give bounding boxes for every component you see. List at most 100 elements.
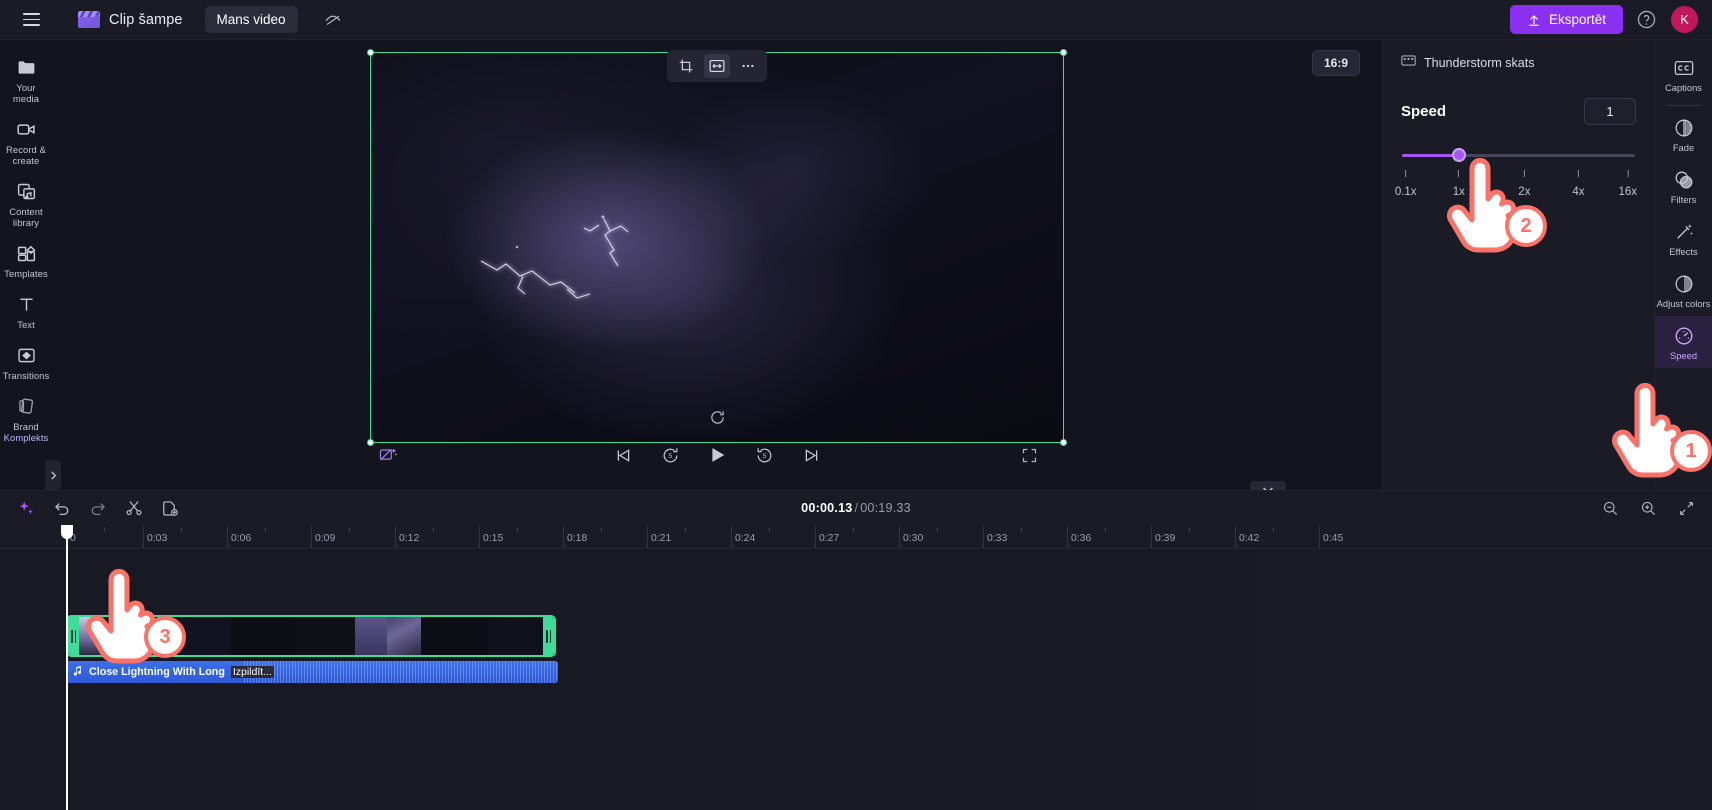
slider-thumb[interactable]: [1452, 148, 1467, 162]
rail-label: Captions: [1664, 82, 1702, 93]
resize-handle-tr[interactable]: [1060, 48, 1067, 56]
svg-text:5: 5: [762, 453, 766, 460]
speed-label: Speed: [1401, 103, 1447, 120]
brand[interactable]: Clip šampe: [77, 11, 183, 28]
upload-icon: [1529, 14, 1539, 26]
timeline: 00:00.13/00:19.33 0 0:03 0:06 0:09 0:12 …: [0, 490, 1712, 810]
timeline-ruler[interactable]: 0 0:03 0:06 0:09 0:12 0:15 0:18 0:21 0:2…: [0, 525, 1712, 549]
content-library-icon: [15, 180, 37, 202]
fit-timeline-icon: [1679, 501, 1693, 515]
sidebar-item-brand-kit[interactable]: Brand Komplekts: [0, 387, 52, 449]
sidebar-item-templates[interactable]: Templates: [0, 234, 52, 285]
speed-panel: Thunderstorm skats Speed 1 0.1x 1x 2x 4x…: [1382, 40, 1654, 490]
project-title-tab[interactable]: Mans video: [204, 6, 298, 33]
selected-clip-chip: Thunderstorm skats: [1401, 54, 1636, 72]
split-button[interactable]: [122, 496, 146, 520]
timeline-canvas[interactable]: 0 0:03 0:06 0:09 0:12 0:15 0:18 0:21 0:2…: [0, 525, 1712, 810]
undo-button[interactable]: [50, 496, 74, 520]
time-display: 00:00.13/00:19.33: [801, 501, 911, 515]
fade-icon: [1673, 117, 1694, 138]
clip-thumbnails: [68, 617, 554, 655]
redo-button[interactable]: [86, 496, 110, 520]
sidebar-label: Brand Komplekts: [3, 421, 49, 443]
rail-item-fade[interactable]: Fade: [1655, 108, 1712, 160]
preview-float-toolbar: [667, 50, 767, 82]
loop-button[interactable]: [706, 406, 728, 428]
video-preview[interactable]: [367, 48, 1067, 446]
top-bar: Clip šampe Mans video Eksportēt K: [0, 0, 1712, 40]
audio-clip-title: Close Lightning With Long: [89, 666, 225, 678]
watermark-remove-icon: [379, 448, 398, 461]
trim-handle-left[interactable]: [68, 617, 79, 655]
redo-arrow-icon: [91, 503, 105, 516]
sidebar-item-your-media[interactable]: Your media: [0, 48, 52, 110]
rail-item-captions[interactable]: Captions: [1655, 48, 1712, 100]
sidebar-item-content-library[interactable]: Content library: [0, 172, 52, 234]
avatar[interactable]: K: [1671, 6, 1698, 33]
film-strip-icon: [1401, 54, 1416, 72]
fit-resize-icon: [709, 59, 725, 73]
more-button[interactable]: [735, 54, 761, 78]
help-circle-icon[interactable]: [1636, 9, 1658, 31]
speed-slider[interactable]: [1402, 147, 1635, 163]
zoom-in-button[interactable]: [1636, 496, 1660, 520]
preview-area: 16:9 5 5: [52, 40, 1382, 498]
timeline-toolbar: 00:00.13/00:19.33: [0, 491, 1712, 525]
fit-button[interactable]: [704, 54, 730, 78]
sidebar-label: Transitions: [2, 370, 50, 381]
video-clip[interactable]: [66, 615, 556, 657]
skip-end-button[interactable]: [799, 443, 823, 467]
top-bar-right: Eksportēt K: [1509, 5, 1698, 34]
fullscreen-icon: [1022, 448, 1036, 462]
sidebar-item-record-create[interactable]: Record & create: [0, 110, 52, 172]
watermark-remove-button[interactable]: [374, 442, 402, 468]
rail-divider: [1666, 105, 1701, 106]
export-button[interactable]: Eksportēt: [1509, 5, 1623, 34]
hamburger-icon[interactable]: [14, 5, 48, 35]
crop-button[interactable]: [673, 54, 699, 78]
rewind-5-button[interactable]: 5: [658, 443, 682, 467]
trim-handle-right[interactable]: [543, 617, 554, 655]
rail-item-speed[interactable]: Speed: [1654, 316, 1712, 368]
sidebar-label: Content library: [9, 206, 43, 228]
forward-5-button[interactable]: 5: [752, 443, 776, 467]
zoom-out-button[interactable]: [1598, 496, 1622, 520]
clipchamp-logo-icon: [77, 11, 101, 28]
filters-icon: [1673, 169, 1694, 190]
rail-item-effects[interactable]: Effects: [1655, 212, 1712, 264]
player-controls: 5 5: [52, 434, 1382, 476]
crop-icon: [679, 59, 693, 73]
skip-start-button[interactable]: [611, 443, 635, 467]
rail-item-filters[interactable]: Filters: [1655, 160, 1712, 212]
play-button[interactable]: [705, 443, 729, 467]
sidebar-item-text[interactable]: Text: [0, 285, 52, 336]
sidebar-label: Record & create: [6, 144, 46, 166]
rail-item-adjust-colors[interactable]: Adjust colors: [1655, 264, 1712, 316]
sidebar-expander[interactable]: [45, 460, 61, 490]
audio-waveform: [244, 661, 558, 683]
fullscreen-button[interactable]: [1016, 442, 1042, 468]
left-sidebar: Your media Record & create Content libra…: [0, 40, 61, 490]
export-label: Eksportēt: [1548, 12, 1606, 27]
loop-icon: [710, 410, 724, 424]
folder-icon: [15, 56, 37, 78]
chevron-right-icon: [50, 470, 56, 480]
audio-clip[interactable]: Close Lightning With Long Izpildīt...: [66, 661, 558, 683]
playhead[interactable]: [61, 525, 73, 810]
clipchamp-editor: Clip šampe Mans video Eksportēt K Your m…: [0, 0, 1712, 810]
sparkle-icon: [19, 501, 33, 514]
speed-tick: 4x: [1572, 170, 1585, 200]
eye-off-icon[interactable]: [320, 7, 346, 33]
aspect-ratio-badge[interactable]: 16:9: [1311, 50, 1360, 76]
speed-value-input[interactable]: 1: [1584, 98, 1636, 125]
sidebar-item-transitions[interactable]: Transitions: [0, 336, 52, 387]
resize-handle-tl[interactable]: [367, 48, 374, 56]
ai-magic-button[interactable]: [14, 496, 38, 520]
duplicate-button[interactable]: [158, 496, 182, 520]
fit-timeline-button[interactable]: [1674, 496, 1698, 520]
speed-tick: 16x: [1618, 170, 1637, 200]
captions-cc-icon: [1673, 57, 1694, 78]
text-t-icon: [15, 293, 37, 315]
timeline-tools: [14, 496, 182, 520]
sidebar-label: Templates: [4, 268, 48, 279]
